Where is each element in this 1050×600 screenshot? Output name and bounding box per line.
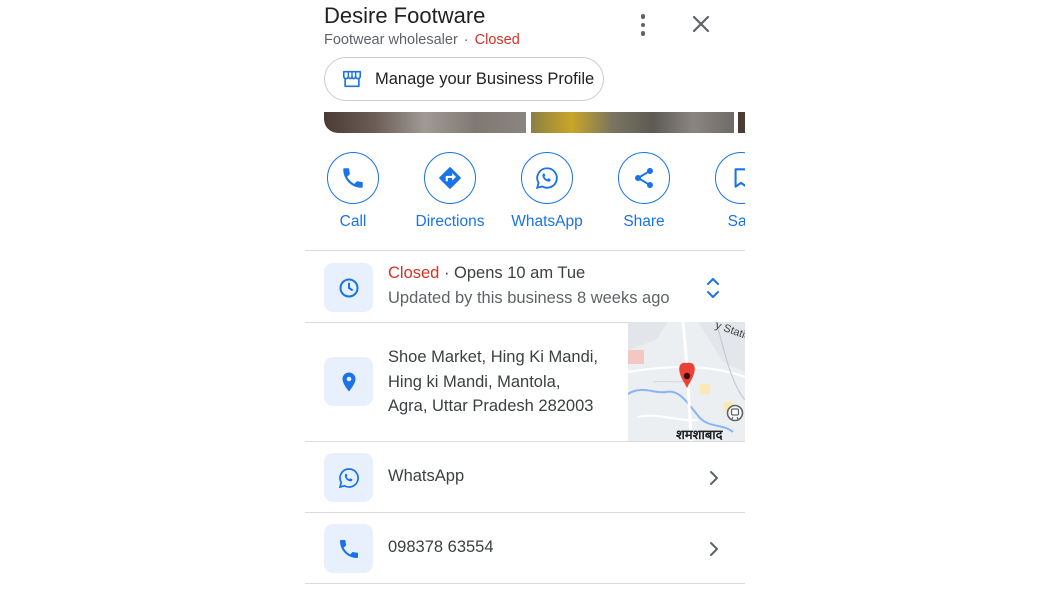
clock-icon <box>339 278 358 297</box>
whatsapp-button[interactable]: WhatsApp <box>497 152 597 231</box>
place-status: Closed <box>474 32 520 48</box>
manage-profile-label: Manage your Business Profile <box>375 69 595 88</box>
map-thumbnail[interactable]: y Statio शमशाबाद <box>628 322 745 441</box>
directions-icon <box>439 167 461 189</box>
address-line: Hing ki Mandi, Mantola, <box>388 372 561 391</box>
more-vert-icon <box>640 14 646 19</box>
place-photo[interactable] <box>324 112 526 133</box>
hours-icon-box <box>324 263 373 312</box>
hours-status-line[interactable]: Closed · Opens 10 am Tue <box>388 264 585 283</box>
unfold-more-icon <box>707 278 719 298</box>
manage-business-profile-button[interactable]: Manage your Business Profile <box>324 57 604 101</box>
subtitle-separator: · <box>463 32 469 48</box>
phone-icon <box>339 539 358 558</box>
storefront-icon <box>342 70 362 88</box>
phone-icon-box <box>324 524 373 573</box>
map-label-area: शमशाबाद <box>676 428 724 441</box>
phone-icon <box>343 168 363 188</box>
place-subtitle: Footwear wholesaler · Closed <box>324 32 520 48</box>
photo-strip[interactable] <box>305 112 745 133</box>
phone-row-chevron[interactable] <box>705 539 723 559</box>
chevron-right-icon <box>710 542 718 556</box>
save-label: Sav <box>727 213 745 230</box>
share-icon <box>635 167 653 189</box>
close-icon <box>692 15 710 33</box>
close-button[interactable] <box>689 12 713 36</box>
divider <box>305 583 745 584</box>
divider <box>305 250 745 251</box>
place-photo[interactable] <box>531 112 734 133</box>
bookmark-icon <box>734 168 745 188</box>
directions-label: Directions <box>415 213 485 230</box>
divider <box>305 512 745 513</box>
whatsapp-icon-box <box>324 453 373 502</box>
address-line: Agra, Uttar Pradesh 282003 <box>388 397 594 415</box>
divider <box>305 441 745 442</box>
place-header: Desire Footware Footwear wholesaler · Clos… <box>305 0 745 112</box>
address-line: Shoe Market, Hing Ki Mandi, <box>388 348 599 366</box>
call-label: Call <box>339 213 367 230</box>
place-photo[interactable] <box>738 112 745 133</box>
place-details-panel: Desire Footware Footwear wholesaler · Clos… <box>305 0 745 600</box>
action-buttons-row: Call Directions WhatsApp Share Sa <box>305 152 745 234</box>
more-options-button[interactable] <box>631 10 655 40</box>
address-icon-box <box>324 357 373 406</box>
share-label: Share <box>623 213 665 230</box>
hours-closed-label: Closed <box>388 264 440 282</box>
whatsapp-row-label[interactable]: WhatsApp <box>388 467 464 486</box>
share-button[interactable]: Share <box>594 152 694 231</box>
hours-opens-label: · Opens 10 am Tue <box>439 264 586 282</box>
phone-number[interactable]: 098378 63554 <box>388 538 494 557</box>
hours-updated-note: Updated by this business 8 weeks ago <box>388 289 670 307</box>
expand-hours-button[interactable] <box>703 275 723 301</box>
whatsapp-icon <box>338 467 359 488</box>
save-button[interactable]: Sav <box>691 152 745 231</box>
place-title: Desire Footware <box>324 3 486 28</box>
call-button[interactable]: Call <box>305 152 403 231</box>
place-category: Footwear wholesaler <box>324 32 458 48</box>
address-text[interactable]: Shoe Market, Hing Ki Mandi, Hing ki Mand… <box>388 345 598 419</box>
chevron-right-icon <box>710 471 718 485</box>
whatsapp-icon <box>535 167 558 190</box>
whatsapp-label: WhatsApp <box>511 213 583 230</box>
directions-button[interactable]: Directions <box>400 152 500 231</box>
map-image: y Statio शमशाबाद <box>628 322 745 441</box>
location-pin-icon <box>342 372 355 391</box>
whatsapp-row-chevron[interactable] <box>705 468 723 488</box>
